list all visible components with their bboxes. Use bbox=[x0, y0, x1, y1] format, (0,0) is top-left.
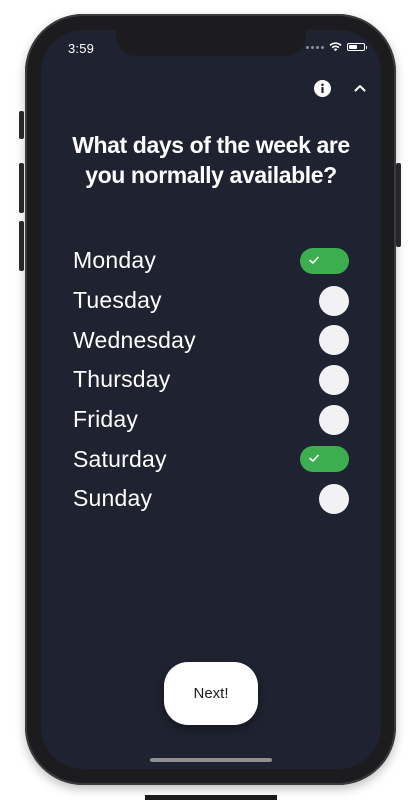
check-icon bbox=[309, 256, 319, 264]
battery-icon bbox=[347, 43, 367, 51]
app-screen: 3:59 What days of the week are you norma… bbox=[41, 30, 381, 769]
day-row-friday: Friday bbox=[73, 400, 349, 440]
next-button[interactable]: Next! bbox=[164, 662, 258, 725]
day-label: Thursday bbox=[73, 366, 171, 393]
day-toggle-saturday[interactable] bbox=[300, 446, 349, 473]
day-toggle-sunday[interactable] bbox=[300, 483, 349, 514]
info-icon[interactable] bbox=[313, 79, 331, 97]
toggle-knob bbox=[319, 285, 349, 316]
volume-down-button bbox=[19, 221, 24, 271]
day-row-tuesday: Tuesday bbox=[73, 281, 349, 321]
day-row-wednesday: Wednesday bbox=[73, 320, 349, 360]
status-time: 3:59 bbox=[68, 41, 95, 56]
device-stage: 3:59 What days of the week are you norma… bbox=[0, 0, 420, 800]
day-toggle-friday[interactable] bbox=[300, 404, 349, 435]
header-actions bbox=[313, 79, 369, 97]
notch bbox=[116, 30, 306, 56]
volume-up-button bbox=[19, 163, 24, 213]
day-label: Wednesday bbox=[73, 326, 196, 353]
day-toggle-thursday[interactable] bbox=[300, 364, 349, 395]
toggle-knob bbox=[319, 364, 349, 395]
question-title: What days of the week are you normally a… bbox=[72, 132, 350, 188]
home-indicator bbox=[150, 758, 272, 762]
day-list: Monday Tuesday Wednesday Thursday Friday Satu… bbox=[73, 241, 349, 519]
day-row-saturday: Saturday bbox=[73, 439, 349, 479]
day-row-thursday: Thursday bbox=[73, 360, 349, 400]
toggle-knob bbox=[319, 325, 349, 356]
wifi-icon bbox=[329, 42, 342, 52]
toggle-knob bbox=[319, 483, 349, 514]
day-row-sunday: Sunday bbox=[73, 479, 349, 519]
status-icons bbox=[306, 42, 367, 52]
mute-switch bbox=[19, 111, 24, 139]
bottom-edge bbox=[145, 795, 277, 800]
chevron-up-icon[interactable] bbox=[351, 79, 369, 97]
battery-level-fill bbox=[349, 45, 357, 49]
signal-dots-icon bbox=[306, 45, 324, 49]
day-toggle-tuesday[interactable] bbox=[300, 285, 349, 316]
power-button bbox=[396, 163, 401, 247]
check-icon bbox=[309, 454, 319, 463]
day-label: Tuesday bbox=[73, 287, 162, 314]
day-toggle-wednesday[interactable] bbox=[300, 325, 349, 356]
day-label: Monday bbox=[73, 247, 157, 274]
day-toggle-monday[interactable] bbox=[300, 247, 349, 274]
day-label: Sunday bbox=[73, 485, 153, 512]
day-row-monday: Monday bbox=[73, 241, 349, 281]
day-label: Friday bbox=[73, 406, 139, 433]
toggle-knob bbox=[319, 404, 349, 435]
day-label: Saturday bbox=[73, 445, 167, 472]
